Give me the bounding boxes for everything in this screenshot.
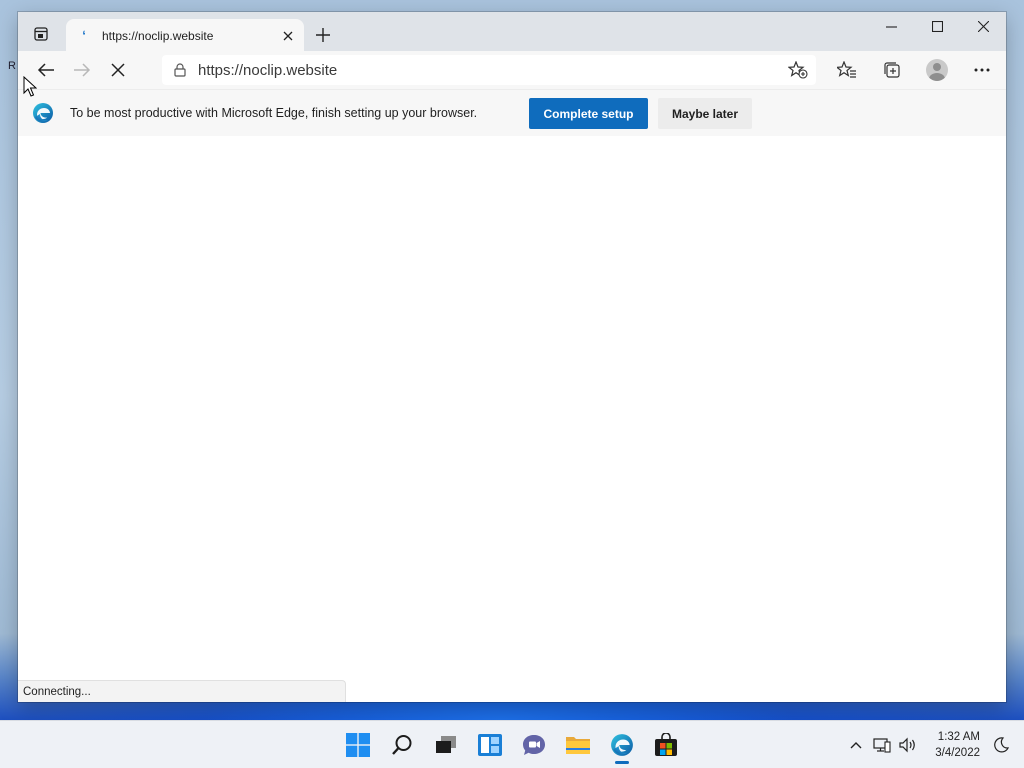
page-content[interactable]: Connecting...	[18, 136, 1006, 702]
task-view-icon	[436, 736, 456, 753]
collections-button[interactable]	[869, 54, 914, 86]
task-view-button[interactable]	[424, 725, 468, 765]
speaker-icon	[899, 737, 916, 753]
setup-infobar: To be most productive with Microsoft Edg…	[18, 89, 1006, 136]
collections-icon	[883, 62, 900, 78]
title-bar: ʻ https://noclip.website	[18, 12, 1006, 52]
favorites-icon	[836, 61, 856, 78]
clock-date: 3/4/2022	[935, 747, 980, 759]
folder-icon	[566, 737, 590, 754]
moon-icon	[994, 737, 1009, 753]
search-icon	[392, 735, 412, 755]
new-tab-button[interactable]	[310, 22, 336, 48]
search-button[interactable]	[380, 725, 424, 765]
url-text[interactable]: https://noclip.website	[198, 62, 780, 79]
widgets-icon	[478, 734, 502, 756]
show-hidden-icons-button[interactable]	[843, 741, 869, 749]
clock-time: 1:32 AM	[937, 731, 980, 743]
taskbar: 1:32 AM 3/4/2022	[0, 720, 1024, 768]
focus-assist-button[interactable]	[988, 737, 1014, 753]
taskbar-apps	[336, 725, 688, 765]
close-icon	[111, 63, 125, 77]
navigation-toolbar: https://noclip.website	[18, 51, 1006, 89]
file-explorer-button[interactable]	[556, 725, 600, 765]
minimize-button[interactable]	[868, 12, 914, 40]
desktop-icon-label[interactable]: R	[8, 60, 16, 72]
store-button[interactable]	[644, 725, 688, 765]
browser-window: ʻ https://noclip.website https://noclip.…	[18, 12, 1006, 702]
infobar-message: To be most productive with Microsoft Edg…	[70, 106, 478, 120]
mouse-cursor-icon	[23, 76, 37, 97]
tab-title: https://noclip.website	[102, 28, 214, 43]
edge-logo-icon	[33, 103, 53, 123]
network-button[interactable]	[869, 737, 895, 753]
avatar	[925, 59, 948, 81]
close-button[interactable]	[960, 12, 1006, 40]
edge-icon	[611, 734, 633, 756]
chat-button[interactable]	[512, 725, 556, 765]
settings-more-button[interactable]	[959, 54, 1004, 86]
lock-icon[interactable]	[162, 63, 198, 77]
maximize-button[interactable]	[914, 12, 960, 40]
add-favorite-icon[interactable]	[780, 61, 816, 79]
status-bar: Connecting...	[18, 680, 346, 702]
more-icon	[974, 68, 989, 72]
tab-close-icon[interactable]	[276, 24, 300, 48]
tab-actions-icon[interactable]	[30, 24, 52, 44]
widgets-button[interactable]	[468, 725, 512, 765]
store-icon	[655, 733, 677, 756]
profile-button[interactable]	[914, 54, 959, 86]
start-button[interactable]	[336, 725, 380, 765]
chat-icon	[523, 735, 545, 755]
complete-setup-button[interactable]: Complete setup	[529, 98, 648, 129]
stop-loading-button[interactable]	[100, 54, 136, 86]
site-favicon-icon: ʻ	[82, 28, 86, 43]
arrow-right-icon	[74, 63, 91, 77]
arrow-left-icon	[37, 63, 54, 77]
maybe-later-button[interactable]: Maybe later	[658, 98, 752, 129]
tab-active[interactable]: ʻ https://noclip.website	[66, 19, 304, 52]
edge-taskbar-button[interactable]	[600, 725, 644, 765]
toolbar-right	[824, 54, 1004, 86]
windows-logo-icon	[346, 733, 370, 757]
volume-button[interactable]	[895, 737, 921, 753]
clock[interactable]: 1:32 AM 3/4/2022	[935, 729, 980, 761]
chevron-up-icon	[850, 742, 862, 749]
forward-button[interactable]	[64, 54, 100, 86]
address-bar[interactable]: https://noclip.website	[162, 55, 816, 85]
network-icon	[873, 738, 891, 753]
favorites-button[interactable]	[824, 54, 869, 86]
window-controls	[868, 12, 1006, 40]
system-tray: 1:32 AM 3/4/2022	[843, 721, 1024, 768]
